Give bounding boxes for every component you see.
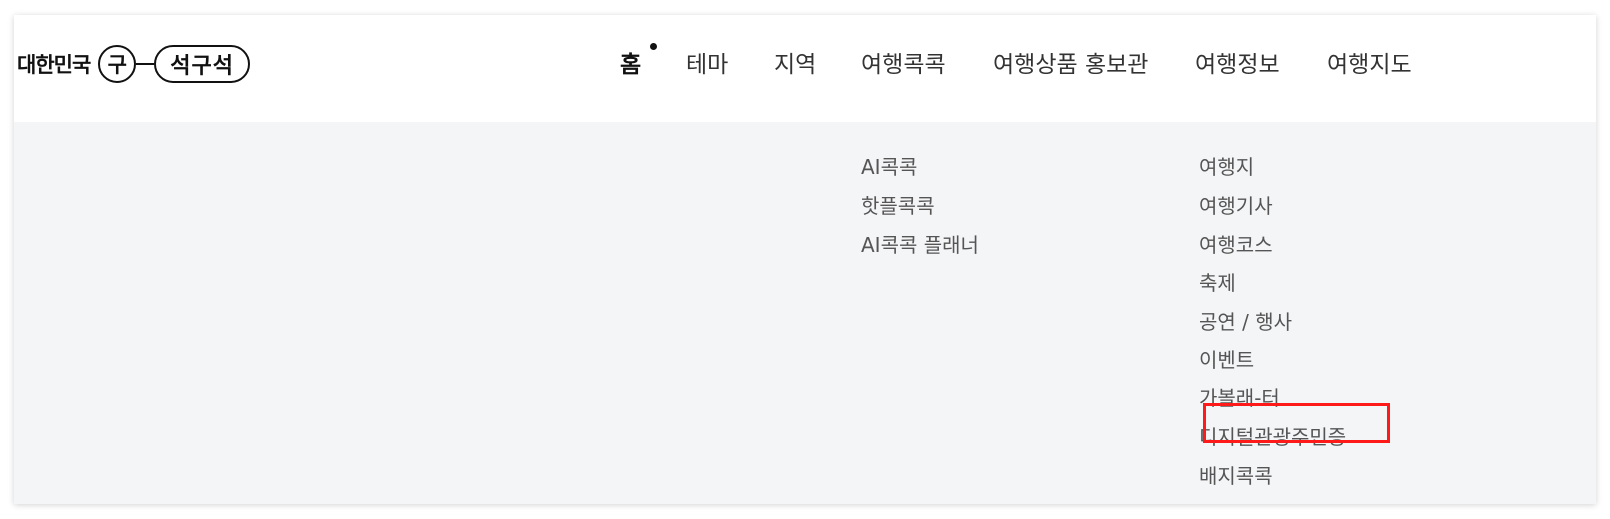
nav-travel-products[interactable]: 여행상품 홍보관: [993, 45, 1148, 79]
active-indicator-dot: [650, 43, 657, 50]
nav-travel-info[interactable]: 여행정보: [1195, 45, 1280, 79]
submenu-item[interactable]: AI콕콕 플래너: [861, 229, 979, 258]
logo-connector: [136, 62, 155, 66]
site-logo[interactable]: 대한민국 구 석구석: [17, 43, 251, 85]
submenu-item[interactable]: 여행코스: [1199, 229, 1273, 258]
nav-home[interactable]: 홈: [620, 45, 641, 79]
nav-theme[interactable]: 테마: [686, 45, 728, 79]
nav-travel-kokkok[interactable]: 여행콕콕: [861, 45, 946, 79]
submenu-item[interactable]: 핫플콕콕: [861, 190, 935, 219]
submenu-item[interactable]: 이벤트: [1199, 344, 1254, 373]
submenu-item[interactable]: 축제: [1199, 267, 1236, 296]
submenu-item[interactable]: 여행기사: [1199, 190, 1273, 219]
submenu-item[interactable]: 여행지: [1199, 151, 1254, 180]
submenu-item[interactable]: AI콕콕: [861, 151, 917, 180]
logo-pill-mark: 석구석: [154, 45, 251, 83]
nav-region[interactable]: 지역: [774, 45, 816, 79]
submenu-area: AI콕콕 핫플콕콕 AI콕콕 플래너 여행지 여행기사 여행코스 축제 공연 /…: [14, 122, 1596, 504]
highlight-box: [1203, 403, 1390, 443]
logo-text: 대한민국: [17, 53, 91, 77]
header-bar: 대한민국 구 석구석 홈 테마 지역 여행콕콕 여행상품 홍보관 여행정보 여행…: [14, 15, 1596, 122]
logo-circle-mark: 구: [98, 45, 137, 83]
submenu-item[interactable]: 배지콕콕: [1199, 460, 1273, 489]
submenu-item[interactable]: 공연 / 행사: [1199, 306, 1292, 335]
nav-travel-map[interactable]: 여행지도: [1327, 45, 1412, 79]
